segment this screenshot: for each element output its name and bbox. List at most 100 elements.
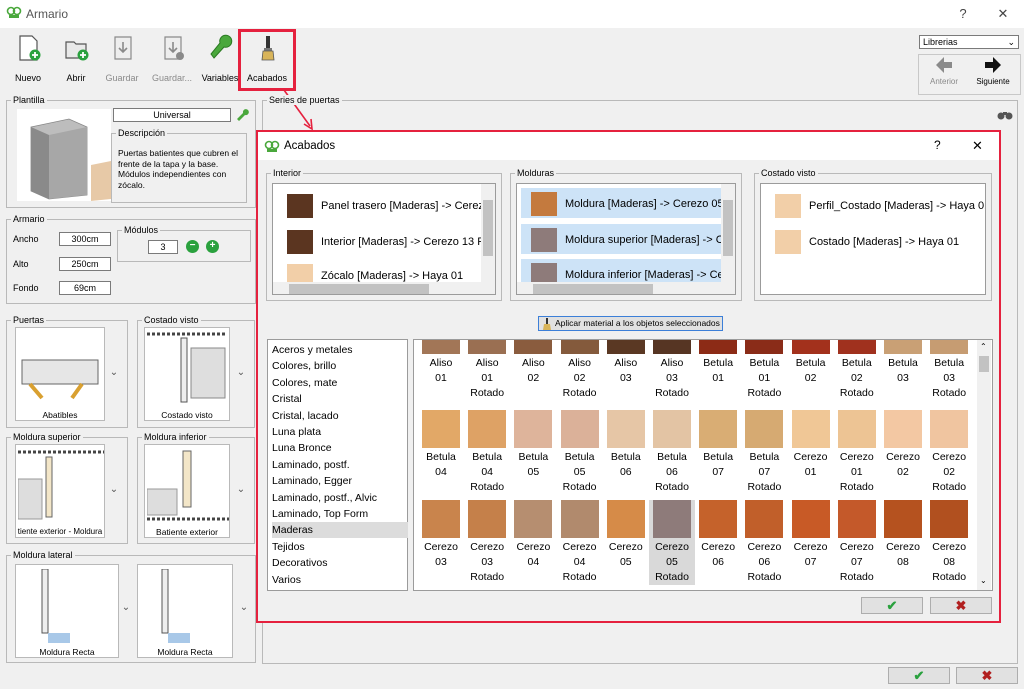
dialog-ok-button[interactable]: ✔ bbox=[861, 597, 923, 614]
toolbar-nuevo-button[interactable]: Nuevo bbox=[4, 30, 52, 90]
dialog-close-button[interactable]: ✕ bbox=[972, 138, 983, 154]
wrench-icon[interactable] bbox=[236, 108, 250, 122]
dialog-cancel-button[interactable]: ✖ bbox=[930, 597, 992, 614]
molduras-list[interactable]: Moldura [Maderas] -> Cerezo 05 R Moldura… bbox=[516, 183, 736, 295]
material-tile[interactable]: Aliso 03 Rotado bbox=[649, 340, 695, 401]
category-item[interactable]: Varios bbox=[272, 572, 408, 588]
material-tile[interactable]: Cerezo 07 Rotado bbox=[834, 500, 880, 585]
scroll-thumb[interactable] bbox=[289, 284, 429, 294]
chevron-down-icon[interactable]: ⌄ bbox=[107, 367, 121, 378]
material-tile[interactable]: Betula 04 bbox=[418, 410, 464, 480]
list-item[interactable]: Panel trasero [Maderas] -> Cerezo bbox=[277, 190, 495, 220]
vertical-scrollbar[interactable]: ⌃ ⌄ bbox=[977, 340, 991, 590]
material-tile[interactable]: Cerezo 08 bbox=[880, 500, 926, 570]
category-item[interactable]: Aceros y metales bbox=[272, 342, 408, 358]
category-item[interactable]: Maderas bbox=[272, 522, 408, 539]
material-tile[interactable]: Betula 03 Rotado bbox=[926, 340, 972, 401]
category-item[interactable]: Luna Bronce bbox=[272, 440, 408, 456]
material-tile[interactable]: Aliso 03 bbox=[603, 340, 649, 386]
fondo-field[interactable]: 69cm bbox=[59, 281, 111, 295]
material-tile[interactable]: Betula 07 Rotado bbox=[741, 410, 787, 495]
material-tile[interactable]: Cerezo 01 bbox=[788, 410, 834, 480]
costado-thumb[interactable]: Costado visto bbox=[144, 327, 230, 421]
category-item[interactable]: Decorativos bbox=[272, 555, 408, 571]
increase-modulos-button[interactable]: + bbox=[206, 240, 219, 253]
binoculars-icon[interactable] bbox=[997, 109, 1013, 121]
chevron-down-icon[interactable]: ⌄ bbox=[980, 576, 987, 585]
horizontal-scrollbar[interactable] bbox=[517, 282, 735, 294]
moldura-lateral-thumb-1[interactable]: Moldura Recta bbox=[15, 564, 119, 658]
material-tile[interactable]: Cerezo 03 Rotado bbox=[464, 500, 510, 585]
material-tile[interactable]: Cerezo 03 bbox=[418, 500, 464, 570]
material-tile[interactable]: Betula 03 bbox=[880, 340, 926, 386]
chevron-down-icon[interactable]: ⌄ bbox=[107, 484, 121, 495]
toolbar-guardar-como-button[interactable]: Guardar... bbox=[148, 30, 196, 90]
plantilla-name-field[interactable]: Universal bbox=[113, 108, 231, 122]
material-tile[interactable]: Cerezo 04 Rotado bbox=[557, 500, 603, 585]
ancho-field[interactable]: 300cm bbox=[59, 232, 111, 246]
material-tile[interactable]: Betula 07 bbox=[695, 410, 741, 480]
category-item[interactable]: Laminado, postf. bbox=[272, 457, 408, 473]
library-select[interactable]: Librerias ⌄ bbox=[919, 35, 1019, 49]
material-tile[interactable]: Betula 02 Rotado bbox=[834, 340, 880, 401]
alto-field[interactable]: 250cm bbox=[59, 257, 111, 271]
toolbar-guardar-button[interactable]: Guardar bbox=[98, 30, 146, 90]
dialog-help-button[interactable]: ? bbox=[934, 138, 941, 152]
moldura-lateral-thumb-2[interactable]: Moldura Recta bbox=[137, 564, 233, 658]
chevron-down-icon[interactable]: ⌄ bbox=[119, 602, 133, 613]
category-item[interactable]: Tejidos bbox=[272, 539, 408, 555]
material-tile[interactable]: Cerezo 07 bbox=[788, 500, 834, 570]
material-tile[interactable]: Aliso 01 bbox=[418, 340, 464, 386]
scroll-thumb[interactable] bbox=[979, 356, 989, 372]
material-tile[interactable]: Aliso 02 bbox=[510, 340, 556, 386]
decrease-modulos-button[interactable]: − bbox=[186, 240, 199, 253]
interior-list[interactable]: Panel trasero [Maderas] -> Cerezo Interi… bbox=[272, 183, 496, 295]
material-tile[interactable]: Betula 01 bbox=[695, 340, 741, 386]
category-item[interactable]: Laminado, Egger bbox=[272, 473, 408, 489]
moldura-inferior-thumb[interactable]: Batiente exterior bbox=[144, 444, 230, 538]
scroll-thumb[interactable] bbox=[533, 284, 653, 294]
scroll-thumb[interactable] bbox=[723, 200, 733, 256]
category-item[interactable]: Laminado, postf., Alvic bbox=[272, 490, 408, 506]
material-tile[interactable]: Cerezo 05 Rotado bbox=[649, 500, 695, 585]
category-item[interactable]: Cristal, lacado bbox=[272, 408, 408, 424]
material-tile[interactable]: Cerezo 06 bbox=[695, 500, 741, 570]
toolbar-variables-button[interactable]: Variables bbox=[196, 30, 244, 90]
main-ok-button[interactable]: ✔ bbox=[888, 667, 950, 684]
close-button[interactable]: ✕ bbox=[992, 4, 1014, 24]
material-tile[interactable]: Aliso 01 Rotado bbox=[464, 340, 510, 401]
material-tile[interactable]: Betula 04 Rotado bbox=[464, 410, 510, 495]
material-tile[interactable]: Cerezo 01 Rotado bbox=[834, 410, 880, 495]
list-item[interactable]: Moldura [Maderas] -> Cerezo 05 R bbox=[521, 188, 735, 218]
prev-button[interactable]: Anterior bbox=[924, 56, 964, 94]
category-item[interactable]: Luna plata bbox=[272, 424, 408, 440]
material-tile[interactable]: Betula 02 bbox=[788, 340, 834, 386]
material-tile[interactable]: Betula 06 Rotado bbox=[649, 410, 695, 495]
chevron-up-icon[interactable]: ⌃ bbox=[980, 342, 987, 351]
category-item[interactable]: Cristal bbox=[272, 391, 408, 407]
category-item[interactable]: Colores, mate bbox=[272, 375, 408, 391]
horizontal-scrollbar[interactable] bbox=[273, 282, 495, 294]
material-tile[interactable]: Cerezo 04 bbox=[510, 500, 556, 570]
chevron-down-icon[interactable]: ⌄ bbox=[234, 484, 248, 495]
material-tile[interactable]: Cerezo 05 bbox=[603, 500, 649, 570]
list-item[interactable]: Costado [Maderas] -> Haya 01 bbox=[765, 226, 985, 256]
list-item[interactable]: Perfil_Costado [Maderas] -> Haya 01 bbox=[765, 190, 985, 220]
apply-material-button[interactable]: Aplicar material a los objetos seleccion… bbox=[538, 316, 723, 331]
main-cancel-button[interactable]: ✖ bbox=[956, 667, 1018, 684]
list-item[interactable]: Interior [Maderas] -> Cerezo 13 Ro bbox=[277, 226, 495, 256]
material-tile[interactable]: Aliso 02 Rotado bbox=[557, 340, 603, 401]
material-tile[interactable]: Betula 06 bbox=[603, 410, 649, 480]
vertical-scrollbar[interactable] bbox=[721, 184, 735, 282]
material-tile[interactable]: Cerezo 02 Rotado bbox=[926, 410, 972, 495]
material-tile[interactable]: Cerezo 02 bbox=[880, 410, 926, 480]
category-item[interactable]: Colores, brillo bbox=[272, 358, 408, 374]
costado-list[interactable]: Perfil_Costado [Maderas] -> Haya 01 Cost… bbox=[760, 183, 986, 295]
toolbar-acabados-button[interactable]: Acabados bbox=[243, 30, 291, 90]
chevron-down-icon[interactable]: ⌄ bbox=[237, 602, 251, 613]
vertical-scrollbar[interactable] bbox=[481, 184, 495, 282]
toolbar-abrir-button[interactable]: Abrir bbox=[52, 30, 100, 90]
category-list[interactable]: Aceros y metales Colores, brillo Colores, … bbox=[267, 339, 408, 591]
material-tile[interactable]: Betula 01 Rotado bbox=[741, 340, 787, 401]
list-item[interactable]: Moldura superior [Maderas] -> Cer bbox=[521, 224, 733, 254]
